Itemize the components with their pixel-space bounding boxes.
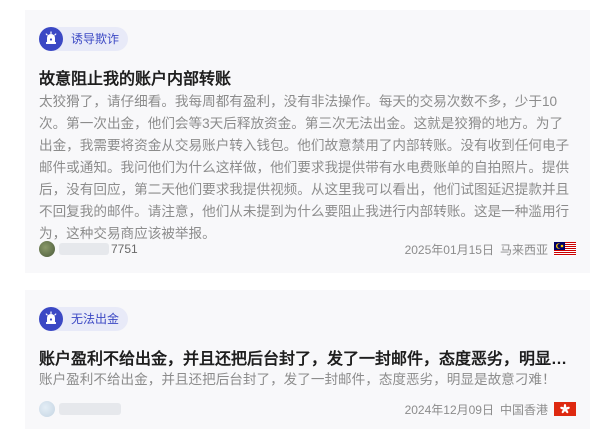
category-tag-label: 诱导欺诈: [53, 27, 129, 51]
complaint-feed: 诱导欺诈 故意阻止我的账户内部转账 太狡猾了，请仔细看。我每周都有盈利，没有非法…: [0, 0, 615, 429]
category-tag[interactable]: 无法出金: [39, 306, 129, 332]
post-region: 马来西亚: [499, 242, 548, 257]
username-redacted: [59, 403, 121, 415]
hong-kong-flag-icon: [554, 402, 576, 416]
avatar[interactable]: [39, 401, 55, 417]
alert-bell-icon: [39, 27, 63, 51]
post-body: 账户盈利不给出金，并且还把后台封了，发了一封邮件，态度恶劣，明显是故意刁难！: [39, 372, 556, 387]
username-redacted: [59, 243, 109, 255]
category-tag[interactable]: 诱导欺诈: [39, 26, 129, 52]
post-body: 太狡猾了，请仔细看。我每周都有盈利，没有非法操作。每天的交易次数不多，少于10次…: [39, 94, 570, 241]
post-title[interactable]: 故意阻止我的账户内部转账: [39, 65, 576, 89]
complaint-card[interactable]: 无法出金 账户盈利不给出金，并且还把后台封了，发了一封邮件，态度恶劣，明显是故意…: [25, 290, 590, 429]
complaint-card[interactable]: 诱导欺诈 故意阻止我的账户内部转账 太狡猾了，请仔细看。我每周都有盈利，没有非法…: [25, 10, 590, 273]
post-date: 2024年12月09日: [404, 402, 494, 417]
post-region: 中国香港: [499, 402, 548, 417]
avatar[interactable]: [39, 241, 55, 257]
malaysia-flag-icon: [554, 242, 576, 256]
username[interactable]: 7751: [111, 242, 138, 256]
category-tag-label: 无法出金: [53, 307, 129, 331]
post-date: 2025年01月15日: [404, 242, 494, 257]
post-title[interactable]: 账户盈利不给出金，并且还把后台封了，发了一封邮件，态度恶劣，明显是故意刁难！: [39, 345, 576, 369]
post-meta: 2024年12月09日 中国香港: [39, 399, 576, 419]
post-meta: 7751 2025年01月15日 马来西亚: [39, 239, 576, 259]
alert-bell-icon: [39, 307, 63, 331]
